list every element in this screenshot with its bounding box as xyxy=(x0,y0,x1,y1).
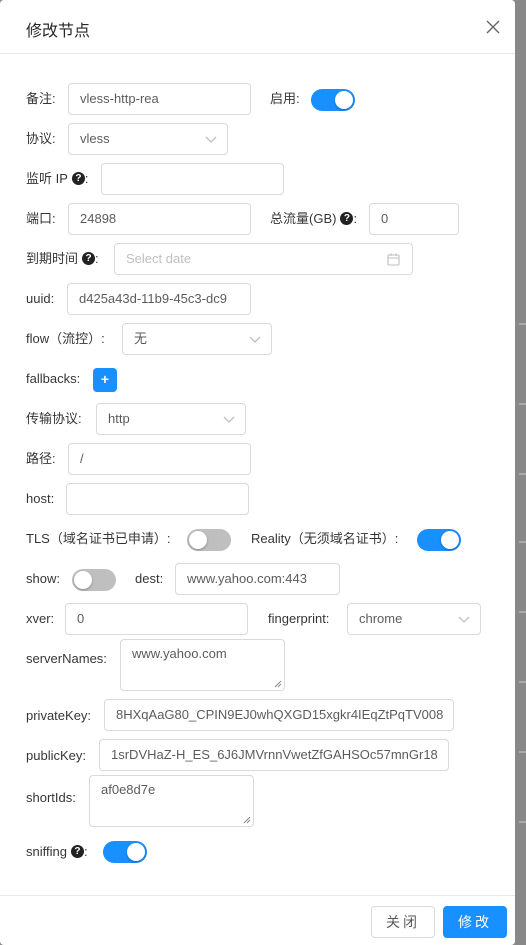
label-colon: : xyxy=(353,211,358,226)
fallbacks-label: fallbacks: xyxy=(26,371,81,386)
fingerprint-label: fingerprint: xyxy=(268,611,330,626)
protocol-label: 协议: xyxy=(26,131,56,146)
transport-select[interactable]: http xyxy=(96,403,246,435)
total-traffic-label: 总流量(GB)?: xyxy=(270,209,357,229)
backdrop-tick xyxy=(519,611,526,613)
enable-switch[interactable] xyxy=(311,89,355,111)
chevron-down-icon xyxy=(223,416,235,423)
submit-button[interactable]: 修改 xyxy=(443,906,507,938)
backdrop-tick xyxy=(519,403,526,405)
transport-value: http xyxy=(108,411,130,426)
sniffing-label: sniffing?: xyxy=(26,842,88,862)
listen-ip-label-text: 监听 IP xyxy=(26,171,68,186)
path-input[interactable]: / xyxy=(68,443,251,475)
listen-ip-input[interactable] xyxy=(101,163,284,195)
close-icon[interactable] xyxy=(486,18,500,38)
server-names-label: serverNames: xyxy=(26,651,107,666)
sniffing-label-text: sniffing xyxy=(26,844,67,859)
backdrop-tick xyxy=(519,541,526,543)
reality-label: Reality（无须域名证书）: xyxy=(251,531,399,546)
modal-header: 修改节点 xyxy=(0,0,515,54)
close-button[interactable]: 关闭 xyxy=(371,906,435,938)
chevron-down-icon xyxy=(205,136,217,143)
total-traffic-input[interactable]: 0 xyxy=(369,203,459,235)
backdrop-tick xyxy=(519,681,526,683)
expiry-date-picker[interactable]: Select date xyxy=(114,243,413,275)
chevron-down-icon xyxy=(249,336,261,343)
server-names-value: www.yahoo.com xyxy=(132,646,227,661)
uuid-input[interactable]: d425a43d-11b9-45c3-dc9 xyxy=(67,283,251,315)
xver-label: xver: xyxy=(26,611,55,626)
transport-label: 传输协议: xyxy=(26,411,82,426)
add-fallback-button[interactable]: + xyxy=(93,368,117,392)
fingerprint-value: chrome xyxy=(359,611,403,626)
dest-label: dest: xyxy=(135,571,164,586)
resize-handle-icon[interactable] xyxy=(274,680,282,688)
reality-switch[interactable] xyxy=(417,529,461,551)
label-colon: : xyxy=(83,844,88,859)
host-label: host: xyxy=(26,491,55,506)
short-ids-textarea[interactable]: af0e8d7e xyxy=(89,775,254,827)
path-label: 路径: xyxy=(26,451,56,466)
backdrop-tick xyxy=(519,473,526,475)
chevron-down-icon xyxy=(458,616,470,623)
remark-input[interactable]: vless-http-rea xyxy=(68,83,251,115)
dest-input[interactable]: www.yahoo.com:443 xyxy=(175,563,340,595)
private-key-label: privateKey: xyxy=(26,708,92,723)
switch-knob xyxy=(335,91,353,109)
listen-ip-label: 监听 IP?: xyxy=(26,169,89,189)
remark-label: 备注: xyxy=(26,91,56,106)
short-ids-value: af0e8d7e xyxy=(101,782,156,797)
edit-node-modal: 修改节点 备注: vless-http-rea 启用: 协议: vless 监听… xyxy=(0,0,515,945)
public-key-input[interactable]: 1srDVHaZ-H_ES_6J6JMVrnnVwetZfGAHSOc57mnG… xyxy=(99,739,449,771)
backdrop-tick xyxy=(519,323,526,325)
uuid-label: uuid: xyxy=(26,291,55,306)
backdrop-tick xyxy=(519,821,526,823)
xver-input[interactable]: 0 xyxy=(65,603,248,635)
question-icon[interactable]: ? xyxy=(70,845,84,859)
switch-knob xyxy=(127,843,145,861)
port-label: 端口: xyxy=(26,211,56,226)
flow-value: 无 xyxy=(134,331,148,346)
modal-title: 修改节点 xyxy=(26,23,91,40)
protocol-value: vless xyxy=(80,131,110,146)
expiry-placeholder: Select date xyxy=(126,251,192,266)
short-ids-label: shortIds: xyxy=(26,790,76,805)
backdrop-tick xyxy=(519,751,526,753)
sniffing-switch[interactable] xyxy=(103,841,147,863)
server-names-textarea[interactable]: www.yahoo.com xyxy=(120,639,285,691)
host-input[interactable] xyxy=(66,483,249,515)
switch-knob xyxy=(441,531,459,549)
question-icon[interactable]: ? xyxy=(82,252,96,266)
tls-label: TLS（域名证书已申请）: xyxy=(26,531,171,546)
enable-label: 启用: xyxy=(270,91,300,106)
private-key-input[interactable]: 8HXqAaG80_CPIN9EJ0whQXGD15xgkr4IEqZtPqTV… xyxy=(104,699,454,731)
total-traffic-label-text: 总流量(GB) xyxy=(270,211,337,226)
public-key-label: publicKey: xyxy=(26,748,86,763)
show-label: show: xyxy=(26,571,60,586)
label-colon: : xyxy=(84,171,89,186)
switch-knob xyxy=(189,531,207,549)
flow-label: flow（流控）: xyxy=(26,331,105,346)
flow-select[interactable]: 无 xyxy=(122,323,272,355)
show-switch[interactable] xyxy=(72,569,116,591)
switch-knob xyxy=(74,571,92,589)
expiry-label: 到期时间?: xyxy=(26,249,99,269)
modal-footer: 关闭 修改 xyxy=(0,895,515,945)
calendar-icon xyxy=(387,253,400,266)
label-colon: : xyxy=(95,251,99,266)
fingerprint-select[interactable]: chrome xyxy=(347,603,481,635)
port-input[interactable]: 24898 xyxy=(68,203,251,235)
tls-switch[interactable] xyxy=(187,529,231,551)
expiry-label-text: 到期时间 xyxy=(26,251,79,266)
protocol-select[interactable]: vless xyxy=(68,123,228,155)
resize-handle-icon[interactable] xyxy=(243,816,251,824)
question-icon[interactable]: ? xyxy=(71,172,85,186)
question-icon[interactable]: ? xyxy=(340,212,354,226)
